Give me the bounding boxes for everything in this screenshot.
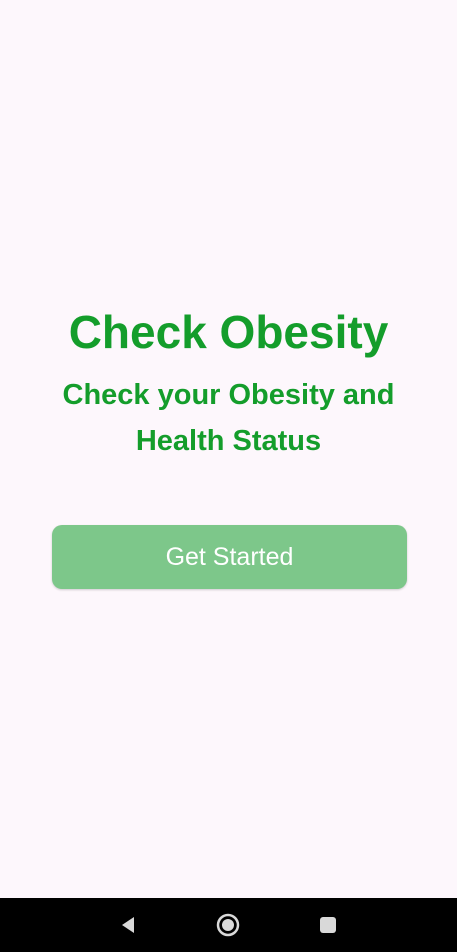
- welcome-content: Check Obesity Check your Obesity and Hea…: [0, 0, 457, 898]
- back-triangle-icon: [122, 917, 134, 933]
- page-subtitle: Check your Obesity and Health Status: [62, 379, 395, 457]
- system-navigation-bar: [0, 898, 457, 952]
- recents-button[interactable]: [298, 898, 358, 952]
- back-button[interactable]: [98, 898, 158, 952]
- page-title: Check Obesity: [68, 306, 389, 358]
- home-circle-icon: [216, 913, 240, 937]
- get-started-button[interactable]: Get Started: [52, 525, 407, 589]
- app-screen: Check Obesity Check your Obesity and Hea…: [0, 0, 457, 952]
- recents-square-icon: [320, 917, 336, 933]
- home-button[interactable]: [198, 898, 258, 952]
